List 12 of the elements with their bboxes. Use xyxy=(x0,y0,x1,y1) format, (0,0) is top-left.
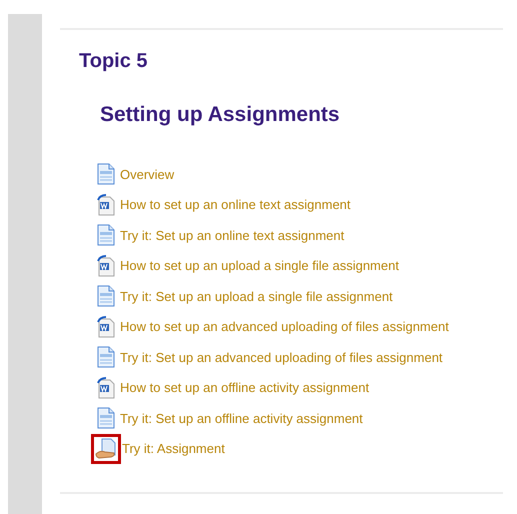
resource-link[interactable]: Try it: Set up an online text assignment xyxy=(120,228,344,243)
resource-link[interactable]: How to set up an upload a single file assignment xyxy=(120,258,399,274)
resource-link[interactable]: Try it: Set up an upload a single file assignment xyxy=(120,288,393,304)
resource-link[interactable]: How to set up an advanced uploading of files assignment xyxy=(120,319,449,334)
resource-link[interactable]: Try it: Set up an offline activity assignment xyxy=(120,410,363,426)
resource-link[interactable]: How to set up an online text assignment xyxy=(120,197,351,212)
section-heading: Setting up Assignments xyxy=(100,103,341,127)
resource-link[interactable]: Try it: Assignment xyxy=(122,441,225,456)
resource-link[interactable]: Try it: Set up an advanced uploading of files assignment xyxy=(120,350,443,365)
resource-link[interactable]: How to set up an offline activity assignment xyxy=(120,380,370,396)
topic-title: Topic 5 xyxy=(79,50,149,73)
resource-link[interactable]: Overview xyxy=(120,166,174,182)
